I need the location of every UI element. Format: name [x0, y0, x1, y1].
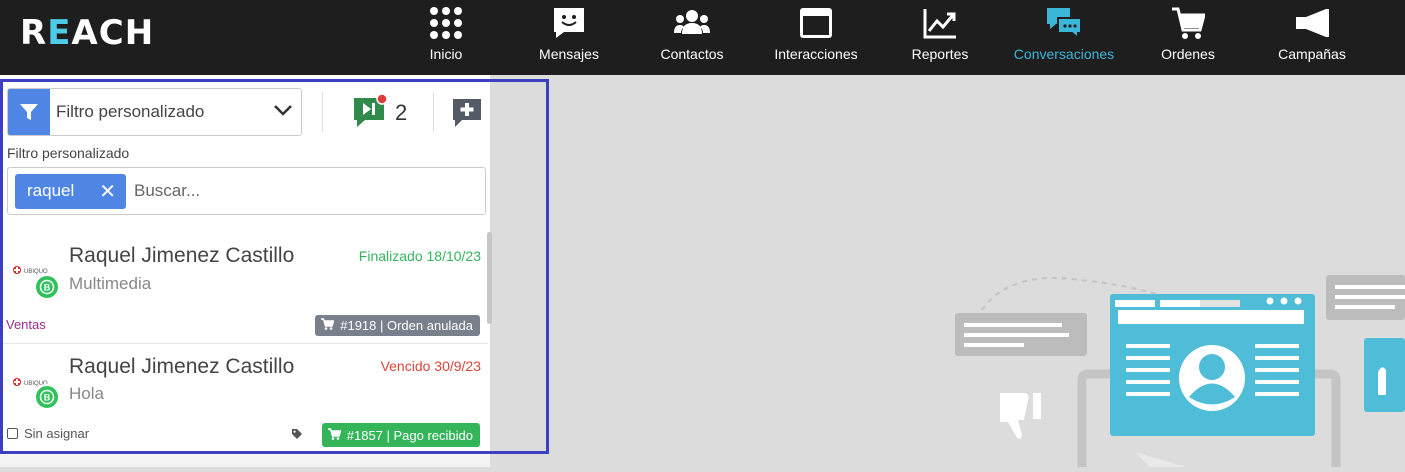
assignee-label: Sin asignar	[24, 426, 90, 441]
users-icon	[672, 6, 712, 40]
cart-icon	[1168, 6, 1208, 40]
group-label: Ventas	[6, 317, 46, 332]
group-marker	[0, 314, 3, 334]
whatsapp-business-icon: B	[34, 384, 60, 410]
nav-inicio[interactable]: Inicio	[386, 0, 506, 75]
reach-logo[interactable]: R E ACH	[20, 13, 155, 53]
order-badge-label: #1857 | Pago recibido	[346, 427, 473, 443]
nav-reportes[interactable]: Reportes	[880, 0, 1000, 75]
nav-interacciones[interactable]: Interacciones	[756, 0, 876, 75]
add-message-icon	[452, 99, 482, 132]
nav-campanas[interactable]: Campañas	[1252, 0, 1372, 75]
conversation-item[interactable]: UBIQUO B Raquel Jimenez Castillo Multime…	[0, 232, 488, 343]
window-icon	[796, 6, 836, 40]
logo-text-e: E	[47, 13, 72, 53]
search-box[interactable]: raquel ✕	[7, 167, 486, 215]
logo-text-r: R	[20, 13, 48, 53]
top-navbar: R E ACH Inicio Mensajes Contactos Intera…	[0, 0, 1405, 75]
nav-label: Mensajes	[539, 46, 599, 62]
order-badge-label: #1918 | Orden anulada	[340, 318, 473, 333]
order-badge[interactable]: #1918 | Orden anulada	[315, 315, 480, 336]
tag-icon[interactable]	[291, 427, 305, 441]
filter-select[interactable]: Filtro personalizado	[7, 88, 302, 136]
svg-text:B: B	[44, 393, 51, 403]
nav-label: Inicio	[429, 46, 463, 62]
contact-name: Raquel Jimenez Castillo	[69, 355, 295, 378]
conversation-status: Vencido 30/9/23	[380, 358, 481, 374]
nav-label: Contactos	[660, 46, 724, 62]
message-preview: Multimedia	[69, 274, 152, 293]
filter-label: Filtro personalizado	[7, 145, 130, 161]
logo-text-ach: ACH	[71, 13, 155, 53]
queue-next-button[interactable]: 2	[353, 92, 413, 133]
chat-bubbles-icon	[1044, 6, 1084, 40]
queue-next-icon	[353, 92, 388, 133]
nav-contactos[interactable]: Contactos	[632, 0, 752, 75]
chart-line-icon	[920, 6, 960, 40]
divider	[433, 92, 434, 132]
contact-name: Raquel Jimenez Castillo	[69, 244, 295, 267]
cart-icon	[321, 318, 335, 333]
megaphone-icon	[1292, 6, 1332, 40]
nav-label: Campañas	[1278, 46, 1346, 62]
nav-label: Interacciones	[774, 46, 858, 62]
assign-checkbox[interactable]: Sin asignar	[7, 426, 89, 441]
nav-conversaciones[interactable]: Conversaciones	[1004, 0, 1124, 75]
divider	[322, 92, 323, 132]
filter-icon[interactable]	[8, 89, 50, 135]
checkbox-icon	[7, 428, 18, 439]
search-chip[interactable]: raquel ✕	[15, 173, 126, 209]
grid-icon	[426, 6, 466, 40]
svg-text:B: B	[44, 283, 51, 293]
filter-select-value: Filtro personalizado	[56, 102, 205, 121]
search-input[interactable]	[134, 181, 464, 201]
panel-footer	[0, 455, 490, 467]
queue-count: 2	[395, 100, 408, 125]
nav-label: Ordenes	[1161, 46, 1215, 62]
new-conversation-button[interactable]	[452, 98, 482, 128]
nav-label: Conversaciones	[1013, 46, 1115, 62]
close-icon[interactable]: ✕	[99, 179, 116, 204]
conversation-status: Finalizado 18/10/23	[358, 248, 481, 264]
nav-mensajes[interactable]: Mensajes	[509, 0, 629, 75]
chevron-down-icon[interactable]	[273, 103, 293, 121]
chip-label: raquel	[27, 181, 75, 200]
message-preview: Hola	[69, 384, 104, 403]
empty-state-illustration	[920, 260, 1405, 467]
smile-message-icon	[549, 6, 589, 40]
nav-label: Reportes	[911, 46, 969, 62]
order-badge[interactable]: #1857 | Pago recibido	[321, 423, 480, 447]
whatsapp-business-icon: B	[34, 274, 60, 300]
cart-icon	[327, 427, 342, 443]
nav-ordenes[interactable]: Ordenes	[1128, 0, 1248, 75]
